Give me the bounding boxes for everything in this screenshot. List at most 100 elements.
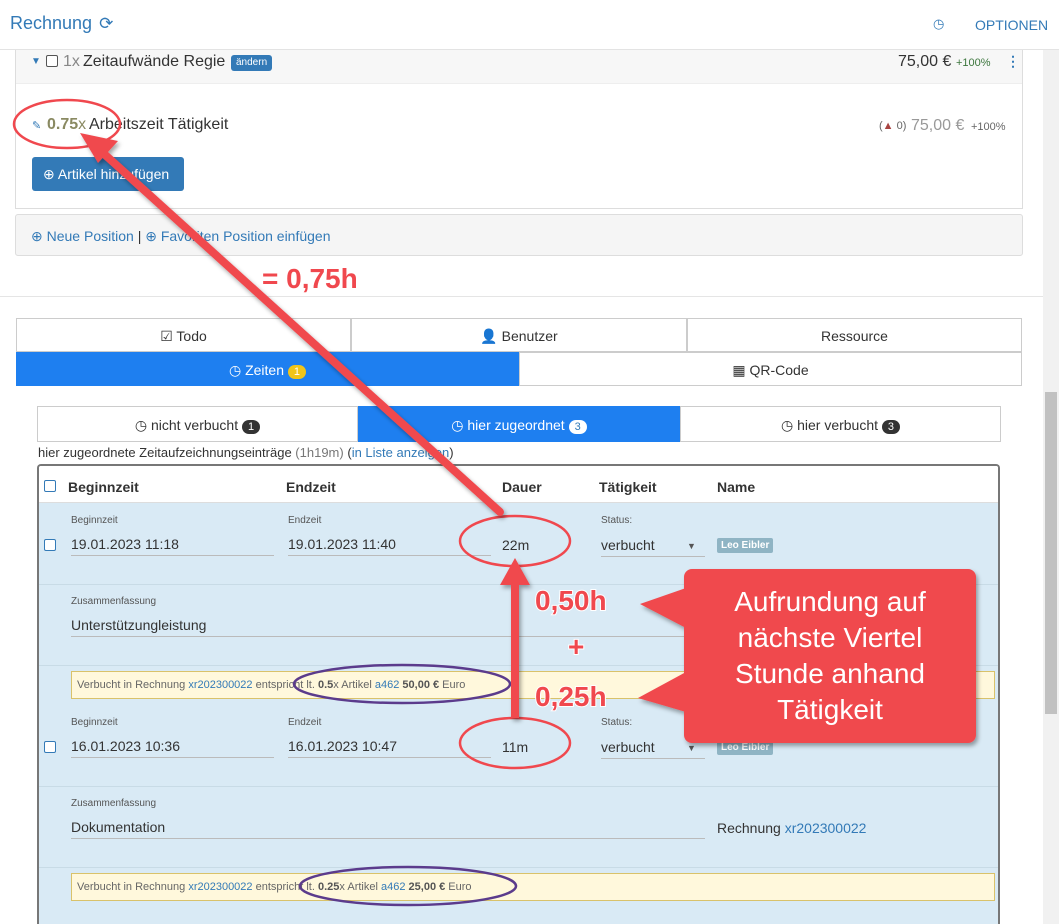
tab-benutzer[interactable]: 👤 Benutzer <box>351 318 687 352</box>
entries-total: (1h19m) <box>295 445 344 460</box>
invoice-label: Rechnung <box>717 820 781 836</box>
tab-qr-label: QR-Code <box>749 362 809 378</box>
end-label: Endzeit <box>288 515 322 526</box>
tab-hier-zugeordnet[interactable]: ◷ hier zugeordnet 3 <box>358 406 680 442</box>
summary-field[interactable]: Unterstützungleistung <box>71 617 705 637</box>
article-qty-value: 0.75 <box>47 116 79 133</box>
tab-qr-code[interactable]: ▦ QR-Code <box>519 352 1022 386</box>
booked-qty: 0.25 <box>317 881 340 893</box>
qr-code-icon: ▦ <box>732 362 746 378</box>
tab-todo[interactable]: ☑ Todo <box>16 318 351 352</box>
start-label: Beginnzeit <box>71 717 118 728</box>
article-price: 75,00 € <box>911 117 965 134</box>
booked-info: Verbucht in Rechnung xr202300022 entspri… <box>71 671 995 699</box>
booked-article-link[interactable]: a462 <box>375 679 399 691</box>
tab-zeiten[interactable]: ◷ Zeiten 1 <box>16 352 519 386</box>
booked-mid: entspricht lt. <box>255 881 315 893</box>
start-field[interactable]: 16.01.2023 10:36 <box>71 738 274 758</box>
end-field[interactable]: 16.01.2023 10:47 <box>288 738 491 758</box>
favorite-position-link[interactable]: Favoriten Position einfügen <box>161 228 331 244</box>
booked-article-link[interactable]: a462 <box>381 881 405 893</box>
booked-invoice-link[interactable]: xr202300022 <box>188 679 252 691</box>
position-price: 75,00 € <box>898 53 952 70</box>
scrollbar-thumb[interactable] <box>1045 392 1057 714</box>
tab-ressource[interactable]: Ressource <box>687 318 1022 352</box>
tab-nicht-verbucht[interactable]: ◷ nicht verbucht 1 <box>37 406 358 442</box>
article-warning: (▲ 0) <box>879 120 906 132</box>
booked-prefix: Verbucht in Rechnung <box>77 881 186 893</box>
duration-value: 22m <box>502 537 530 553</box>
clock-icon: ◷ <box>451 417 464 433</box>
page-title[interactable]: Rechnung ⟳ <box>10 13 113 34</box>
row-separator <box>39 786 998 787</box>
tab-hier-verbucht[interactable]: ◷ hier verbucht 3 <box>680 406 1001 442</box>
tab-nicht-verbucht-label: nicht verbucht <box>150 417 239 433</box>
clock-icon: ◷ <box>228 362 242 378</box>
booked-amount: 50,00 € <box>402 679 440 691</box>
booked-amount: 25,00 € <box>408 881 446 893</box>
plus-circle-icon: ⊕ <box>145 228 157 244</box>
booked-qty: 0.5 <box>317 679 334 691</box>
show-in-list-link[interactable]: in Liste anzeigen <box>352 445 450 460</box>
top-bar: Rechnung ⟳ ◷ OPTIONEN <box>0 0 1059 50</box>
user-icon: 👤 <box>480 328 498 344</box>
booked-invoice-link[interactable]: xr202300022 <box>188 881 252 893</box>
divider <box>0 296 1043 297</box>
clock-icon[interactable]: ◷ <box>933 16 944 32</box>
booked-unit: Euro <box>442 679 466 691</box>
add-article-button[interactable]: ⊕ Artikel hinzufügen <box>32 157 184 191</box>
table-rows: Beginnzeit 19.01.2023 11:18 Endzeit 19.0… <box>39 503 998 924</box>
row-checkbox[interactable] <box>44 741 56 753</box>
new-position-link[interactable]: Neue Position <box>47 228 134 244</box>
booked-unit: Euro <box>448 881 472 893</box>
col-end: Endzeit <box>286 479 336 495</box>
position-title: Zeitaufwände Regie <box>83 53 226 70</box>
plus-circle-icon: ⊕ <box>31 228 43 244</box>
count-badge: 3 <box>881 420 901 434</box>
options-button[interactable]: OPTIONEN <box>975 17 1048 33</box>
tab-ressource-label: Ressource <box>821 328 888 344</box>
booked-x: x Artikel <box>339 881 378 893</box>
count-badge: 3 <box>568 420 587 434</box>
article-qty-x: x <box>78 116 87 133</box>
row-separator <box>39 584 998 585</box>
article-qty[interactable]: 0.75x <box>47 116 86 134</box>
booked-x: x Artikel <box>333 679 372 691</box>
col-name: Name <box>717 479 756 495</box>
more-menu-icon[interactable]: ⋮ <box>1006 53 1020 70</box>
status-label: Status: <box>601 515 633 526</box>
tab-todo-label: Todo <box>176 328 207 344</box>
edit-position-button[interactable]: ändern <box>231 55 273 71</box>
position-percent: +100% <box>956 57 991 69</box>
paren-close: ) <box>449 445 454 460</box>
caret-down-icon[interactable]: ▼ <box>31 56 41 67</box>
tabs-row-1: ☑ Todo 👤 Benutzer Ressource <box>16 318 1022 352</box>
tab-benutzer-label: Benutzer <box>501 328 558 344</box>
tab-hier-zugeordnet-label: hier zugeordnet <box>467 417 565 433</box>
position-header: ▼ 1x Zeitaufwände Regie ändern 75,00 € +… <box>16 50 1022 84</box>
select-all-checkbox[interactable] <box>44 480 56 492</box>
tabs-row-3: ◷ nicht verbucht 1 ◷ hier zugeordnet 3 ◷… <box>37 406 1001 442</box>
start-label: Beginnzeit <box>71 515 118 526</box>
position-checkbox[interactable] <box>46 55 58 67</box>
entries-caption: hier zugeordnete Zeitaufzeichnungseinträ… <box>38 445 454 460</box>
summary-label: Zusammenfassung <box>71 596 157 607</box>
invoice-link[interactable]: xr202300022 <box>785 820 867 836</box>
user-name-badge: Leo Eibler <box>717 538 774 553</box>
summary-field[interactable]: Dokumentation <box>71 819 705 839</box>
clock-icon: ◷ <box>780 417 794 433</box>
booked-info: Verbucht in Rechnung xr202300022 entspri… <box>71 873 995 901</box>
tab-hier-verbucht-label: hier verbucht <box>797 417 879 433</box>
article-title: Arbeitszeit Tätigkeit <box>89 116 229 133</box>
tab-zeiten-label: Zeiten <box>245 362 284 378</box>
bar-separator: | <box>137 228 142 244</box>
checkbox-icon: ☑ <box>160 328 173 344</box>
refresh-icon[interactable]: ⟳ <box>99 14 113 33</box>
row-checkbox[interactable] <box>44 539 56 551</box>
pencil-icon[interactable]: ✎ <box>32 119 41 132</box>
start-field[interactable]: 19.01.2023 11:18 <box>71 536 274 556</box>
summary-label: Zusammenfassung <box>71 798 157 809</box>
end-field[interactable]: 19.01.2023 11:40 <box>288 536 491 556</box>
page-title-text: Rechnung <box>10 13 93 33</box>
booked-mid: entspricht lt. <box>255 679 315 691</box>
